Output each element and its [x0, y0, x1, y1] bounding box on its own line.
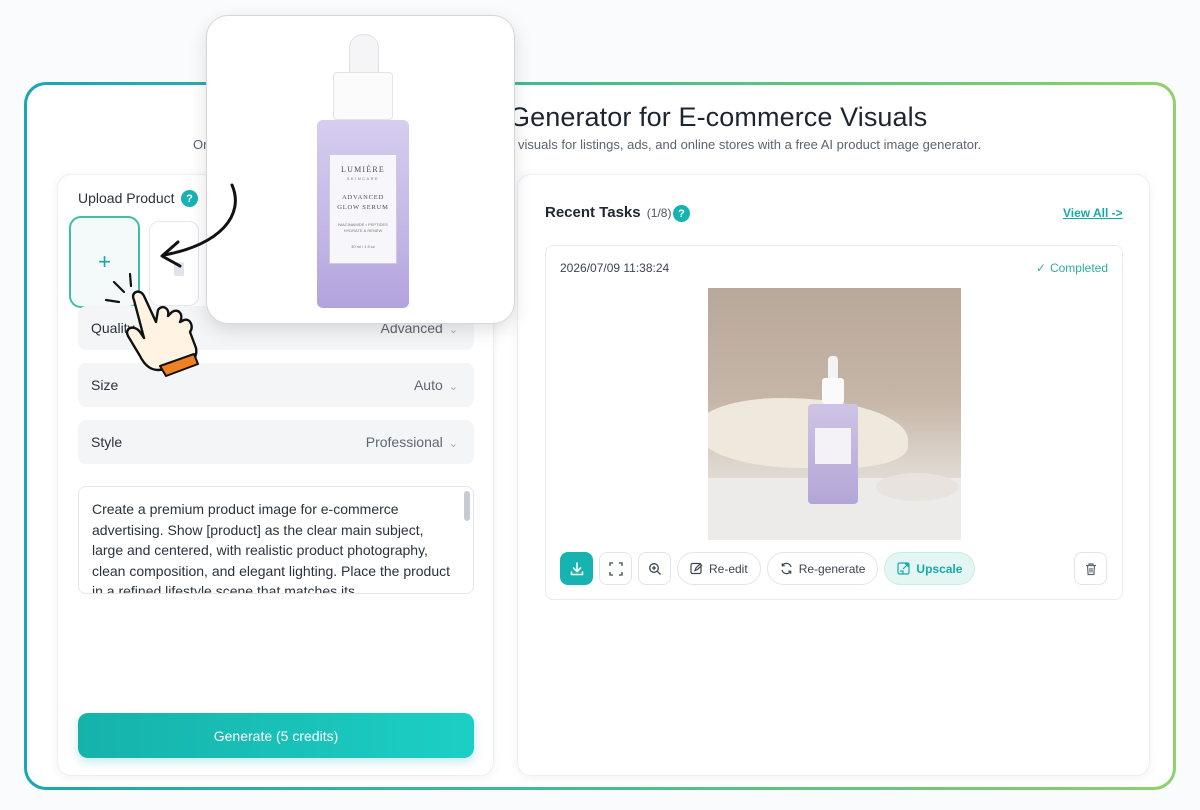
page-title: Generator for E-commerce Visuals: [509, 102, 928, 132]
image-dish: [876, 473, 958, 501]
bottle-dropper-bulb: [349, 34, 379, 74]
bottle-label: LUMIÈRE SKINCARE ADVANCED GLOW SERUM NIA…: [329, 154, 397, 264]
chevron-down-icon: ⌄: [448, 438, 458, 450]
image-bottle-dropper: [828, 356, 838, 378]
download-icon: [570, 561, 583, 575]
fullscreen-button[interactable]: [599, 552, 632, 585]
refresh-icon: [781, 562, 792, 575]
prompt-scrollbar[interactable]: [464, 491, 470, 521]
generate-button[interactable]: Generate (5 credits): [78, 713, 474, 758]
edit-icon: [690, 562, 703, 575]
fullscreen-icon: [608, 561, 623, 576]
chevron-down-icon: ⌄: [448, 381, 458, 393]
recent-tasks-title: Recent Tasks (1/8): [545, 204, 671, 221]
help-icon[interactable]: ?: [673, 205, 690, 222]
status-text: Completed: [1049, 261, 1108, 275]
style-value: Professional: [365, 434, 443, 450]
arrow-icon: [160, 183, 237, 268]
re-edit-label: Re-edit: [709, 561, 748, 576]
task-timestamp: 2026/07/09 11:38:24: [560, 261, 670, 275]
status-badge: ✓ Completed: [1036, 261, 1108, 275]
product-brand: LUMIÈRE: [341, 165, 385, 174]
bottle-collar: [333, 72, 393, 120]
product-name-line1: ADVANCED: [341, 194, 385, 201]
recent-tasks-panel: Recent Tasks (1/8) ? View All -> 2026/07…: [517, 174, 1150, 776]
upscale-label: Upscale: [916, 561, 963, 576]
chevron-down-icon: ⌄: [448, 324, 458, 336]
image-bottle-label: [815, 428, 851, 464]
product-brand-sub: SKINCARE: [346, 176, 380, 181]
re-edit-button[interactable]: Re-edit: [677, 552, 761, 585]
product-desc-line2: HYDRATE & RENEW: [343, 228, 383, 233]
re-generate-label: Re-generate: [798, 561, 866, 576]
re-generate-button[interactable]: Re-generate: [766, 552, 879, 585]
style-label: Style: [91, 434, 123, 450]
page-subtitle: visuals for listings, ads, and online st…: [518, 137, 982, 152]
zoom-in-icon: [648, 562, 661, 575]
size-value: Auto: [413, 377, 443, 393]
recent-tasks-count: (1/8): [646, 206, 672, 220]
prompt-text: Create a premium product image for e-com…: [92, 501, 451, 594]
check-icon: ✓: [1035, 261, 1046, 275]
upscale-button[interactable]: Upscale: [884, 552, 976, 585]
prompt-textarea[interactable]: Create a premium product image for e-com…: [78, 486, 474, 594]
hand-pointer-icon: [104, 272, 199, 377]
upscale-icon: [897, 562, 911, 575]
product-size: 30 ml / 1 fl oz: [351, 244, 375, 249]
trash-icon: [1085, 562, 1096, 575]
product-name: ADVANCED GLOW SERUM: [330, 193, 396, 213]
generated-image[interactable]: [708, 288, 961, 540]
product-preview-card: LUMIÈRE SKINCARE ADVANCED GLOW SERUM NIA…: [206, 15, 515, 324]
product-name-line2: GLOW SERUM: [337, 204, 389, 211]
download-button[interactable]: [560, 552, 593, 585]
task-card: 2026/07/09 11:38:24 ✓ Completed Re-edit …: [545, 245, 1123, 600]
product-desc: NIACINAMIDE • PEPTIDES HYDRATE & RENEW: [330, 222, 396, 234]
recent-tasks-label: Recent Tasks: [545, 204, 641, 221]
zoom-button[interactable]: [638, 552, 671, 585]
view-all-link[interactable]: View All ->: [1063, 206, 1123, 220]
delete-button[interactable]: [1074, 552, 1107, 585]
style-select[interactable]: Style Professional ⌄: [78, 420, 474, 464]
task-actions: Re-edit Re-generate Upscale: [560, 552, 976, 585]
image-bottle-collar: [822, 378, 844, 404]
